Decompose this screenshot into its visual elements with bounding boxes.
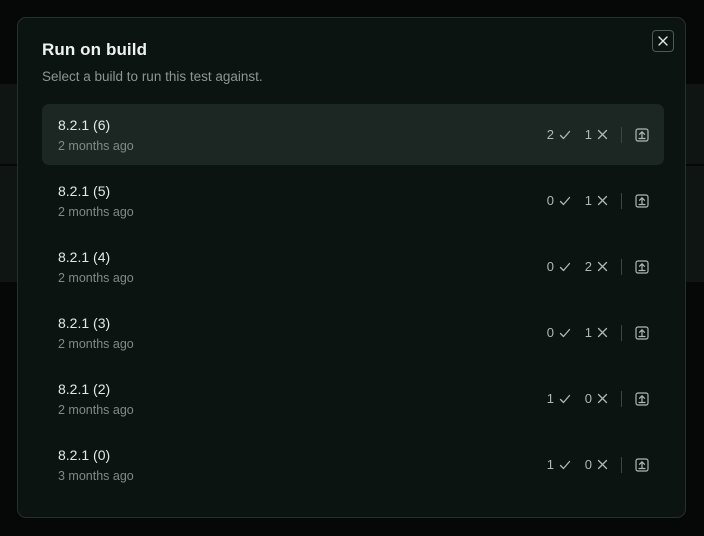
build-name: 8.2.1 (2) xyxy=(58,381,111,397)
build-row[interactable]: 8.2.1 (5) 2 months ago 0 1 xyxy=(42,170,664,231)
stats-divider xyxy=(621,456,622,473)
passed-stat: 1 xyxy=(544,391,571,406)
upload-icon xyxy=(635,127,649,142)
run-on-build-dialog: Run on build Select a build to run this … xyxy=(17,17,686,518)
failed-count: 0 xyxy=(584,391,592,406)
upload-icon xyxy=(635,193,649,208)
x-icon xyxy=(597,195,608,206)
build-age: 2 months ago xyxy=(58,403,134,417)
build-stats: 0 1 xyxy=(544,170,650,231)
build-stats: 0 1 xyxy=(544,302,650,363)
build-row[interactable]: 8.2.1 (2) 2 months ago 1 0 xyxy=(42,368,664,429)
build-name: 8.2.1 (5) xyxy=(58,183,111,199)
check-icon xyxy=(559,327,571,339)
passed-count: 0 xyxy=(546,193,554,208)
build-stats: 1 0 xyxy=(544,368,650,429)
failed-count: 1 xyxy=(584,325,592,340)
build-row[interactable]: 8.2.1 (6) 2 months ago 2 1 xyxy=(42,104,664,165)
run-build-button[interactable] xyxy=(634,325,650,341)
passed-count: 0 xyxy=(546,259,554,274)
passed-count: 0 xyxy=(546,325,554,340)
check-icon xyxy=(559,459,571,471)
check-icon xyxy=(559,393,571,405)
dialog-subtitle: Select a build to run this test against. xyxy=(42,69,263,84)
x-icon xyxy=(597,393,608,404)
stats-divider xyxy=(621,390,622,407)
close-icon xyxy=(658,36,668,46)
stats-divider xyxy=(621,192,622,209)
build-stats: 2 1 xyxy=(544,104,650,165)
build-age: 2 months ago xyxy=(58,205,134,219)
run-build-button[interactable] xyxy=(634,259,650,275)
build-row[interactable]: 8.2.1 (3) 2 months ago 0 1 xyxy=(42,302,664,363)
check-icon xyxy=(559,195,571,207)
run-build-button[interactable] xyxy=(634,391,650,407)
passed-count: 2 xyxy=(546,127,554,142)
build-age: 2 months ago xyxy=(58,337,134,351)
dialog-title: Run on build xyxy=(42,40,148,59)
run-build-button[interactable] xyxy=(634,193,650,209)
build-name: 8.2.1 (0) xyxy=(58,447,111,463)
upload-icon xyxy=(635,391,649,406)
failed-stat: 0 xyxy=(582,391,608,406)
run-build-button[interactable] xyxy=(634,127,650,143)
failed-stat: 0 xyxy=(582,457,608,472)
build-name: 8.2.1 (3) xyxy=(58,315,111,331)
passed-stat: 0 xyxy=(544,193,571,208)
passed-stat: 0 xyxy=(544,325,571,340)
failed-stat: 2 xyxy=(582,259,608,274)
failed-count: 0 xyxy=(584,457,592,472)
build-age: 3 months ago xyxy=(58,469,134,483)
passed-stat: 0 xyxy=(544,259,571,274)
stats-divider xyxy=(621,258,622,275)
x-icon xyxy=(597,261,608,272)
failed-count: 1 xyxy=(584,127,592,142)
check-icon xyxy=(559,261,571,273)
passed-count: 1 xyxy=(546,457,554,472)
failed-stat: 1 xyxy=(582,127,608,142)
build-stats: 1 0 xyxy=(544,434,650,495)
build-age: 2 months ago xyxy=(58,271,134,285)
failed-count: 1 xyxy=(584,193,592,208)
failed-stat: 1 xyxy=(582,193,608,208)
passed-stat: 2 xyxy=(544,127,571,142)
x-icon xyxy=(597,459,608,470)
build-list: 8.2.1 (6) 2 months ago 2 1 8.2.1 (5) 2 m… xyxy=(42,104,664,500)
build-name: 8.2.1 (4) xyxy=(58,249,111,265)
x-icon xyxy=(597,129,608,140)
failed-count: 2 xyxy=(584,259,592,274)
upload-icon xyxy=(635,325,649,340)
build-row[interactable]: 8.2.1 (0) 3 months ago 1 0 xyxy=(42,434,664,495)
failed-stat: 1 xyxy=(582,325,608,340)
run-build-button[interactable] xyxy=(634,457,650,473)
stats-divider xyxy=(621,324,622,341)
upload-icon xyxy=(635,457,649,472)
build-row[interactable]: 8.2.1 (4) 2 months ago 0 2 xyxy=(42,236,664,297)
stats-divider xyxy=(621,126,622,143)
build-age: 2 months ago xyxy=(58,139,134,153)
passed-stat: 1 xyxy=(544,457,571,472)
x-icon xyxy=(597,327,608,338)
close-button[interactable] xyxy=(652,30,674,52)
build-name: 8.2.1 (6) xyxy=(58,117,111,133)
passed-count: 1 xyxy=(546,391,554,406)
upload-icon xyxy=(635,259,649,274)
check-icon xyxy=(559,129,571,141)
build-stats: 0 2 xyxy=(544,236,650,297)
